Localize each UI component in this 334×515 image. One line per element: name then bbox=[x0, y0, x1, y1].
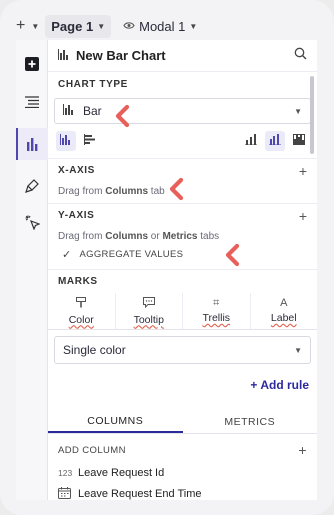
tab-color-label: Color bbox=[68, 313, 94, 326]
scrollbar-thumb[interactable] bbox=[310, 76, 314, 154]
list-item[interactable]: Leave Request End Time bbox=[48, 483, 317, 504]
chart-type-label: CHART TYPE bbox=[58, 78, 128, 90]
tab-trellis-label: Trellis bbox=[202, 312, 231, 324]
tab-columns[interactable]: COLUMNS bbox=[48, 410, 183, 433]
horizontal-bars-icon bbox=[84, 132, 96, 150]
list-item[interactable]: 123 Leave Request Id bbox=[48, 462, 317, 483]
tab-label-label: Label bbox=[270, 312, 297, 324]
marks-label: MARKS bbox=[58, 276, 98, 287]
horizontal-bars-option[interactable] bbox=[80, 131, 100, 151]
tab-modal-1[interactable]: Modal 1 ▼ bbox=[117, 15, 203, 38]
panel-scrollbar[interactable] bbox=[310, 72, 314, 500]
insert-button[interactable] bbox=[16, 48, 48, 80]
hint-text: or bbox=[148, 231, 163, 242]
brush-icon bbox=[25, 179, 39, 193]
tab-color[interactable]: Color bbox=[48, 293, 116, 329]
tab-trellis[interactable]: ⌗ Trellis bbox=[183, 293, 251, 329]
hint-text: Drag from bbox=[58, 186, 106, 197]
vertical-bars-icon bbox=[60, 132, 72, 150]
percent-bars-icon bbox=[293, 132, 305, 150]
calendar-icon bbox=[58, 486, 72, 501]
search-icon[interactable] bbox=[294, 47, 307, 65]
add-column-label: ADD COLUMN bbox=[58, 444, 126, 456]
grid-hash-icon: ⌗ bbox=[213, 297, 220, 309]
number-type-icon: 123 bbox=[58, 467, 73, 478]
hint-metrics: Metrics bbox=[162, 231, 198, 242]
chart-config-panel: New Bar Chart CHART TYPE Bar ▼ X-AXIS + … bbox=[48, 40, 317, 500]
interactions-button[interactable] bbox=[16, 206, 48, 238]
chart-config-button[interactable] bbox=[16, 128, 48, 160]
hint-columns: Columns bbox=[105, 231, 149, 242]
bar-chart-icon bbox=[26, 137, 40, 151]
app-frame: + ▼ Page 1 ▼ Modal 1 ▼ New Bar Chart CHA… bbox=[0, 0, 334, 515]
marks-section: MARKS bbox=[48, 269, 317, 293]
page-tab-strip: + ▼ Page 1 ▼ Modal 1 ▼ bbox=[16, 12, 203, 40]
add-rule-button[interactable]: + Add rule bbox=[48, 364, 317, 404]
marks-tabs: Color Tooltip ⌗ Trellis A Label bbox=[48, 293, 317, 330]
data-tabs: COLUMNS METRICS bbox=[48, 410, 317, 434]
color-mode-select[interactable]: Single color ▼ bbox=[54, 336, 311, 364]
y-axis-section: Y-AXIS + bbox=[48, 203, 317, 227]
hint-text: tabs bbox=[197, 231, 220, 242]
hint-columns: Columns bbox=[105, 186, 149, 197]
editor-shell: New Bar Chart CHART TYPE Bar ▼ X-AXIS + … bbox=[16, 40, 317, 500]
pointer-click-icon bbox=[25, 215, 40, 230]
field-name: Leave Request End Time bbox=[78, 487, 202, 500]
add-y-axis-button[interactable]: + bbox=[299, 208, 307, 224]
stacked-bars-option[interactable] bbox=[241, 131, 261, 151]
bar-chart-icon bbox=[58, 47, 70, 65]
letter-a-icon: A bbox=[280, 297, 288, 309]
tab-modal-1-label: Modal 1 bbox=[139, 18, 186, 34]
color-mode-value: Single color bbox=[63, 343, 126, 357]
tab-tooltip[interactable]: Tooltip bbox=[116, 293, 183, 329]
outline-button[interactable] bbox=[16, 86, 48, 118]
chevron-down-icon: ▼ bbox=[294, 345, 302, 355]
add-page-icon[interactable]: + bbox=[16, 17, 25, 35]
panel-header: New Bar Chart bbox=[48, 40, 317, 72]
hint-text: tab bbox=[148, 186, 165, 197]
add-column-button[interactable]: + bbox=[298, 442, 307, 458]
annotation-chevron-icon bbox=[168, 177, 184, 206]
tab-page-1-label: Page 1 bbox=[51, 18, 94, 34]
y-axis-label: Y-AXIS bbox=[58, 210, 95, 221]
tab-tooltip-label: Tooltip bbox=[133, 313, 164, 326]
chevron-down-icon: ▼ bbox=[189, 21, 198, 31]
tab-metrics[interactable]: METRICS bbox=[183, 410, 318, 433]
paint-roller-icon bbox=[76, 296, 87, 311]
add-column-row: ADD COLUMN + bbox=[48, 438, 317, 462]
y-axis-hint: Drag from Columns or Metrics tabs bbox=[48, 227, 317, 244]
chart-variant-row bbox=[48, 128, 317, 154]
eye-icon bbox=[123, 19, 135, 33]
vertical-bars-option[interactable] bbox=[56, 131, 76, 151]
aggregate-values-checkbox[interactable]: ✓ AGGREGATE VALUES bbox=[48, 244, 317, 269]
add-x-axis-button[interactable]: + bbox=[299, 163, 307, 179]
grouped-bars-option[interactable] bbox=[265, 131, 285, 151]
aggregate-values-label: AGGREGATE VALUES bbox=[79, 249, 184, 260]
chart-type-select[interactable]: Bar ▼ bbox=[54, 98, 311, 124]
bar-chart-icon bbox=[63, 104, 75, 118]
x-axis-label: X-AXIS bbox=[58, 165, 95, 176]
checkmark-icon: ✓ bbox=[62, 249, 72, 261]
annotation-chevron-icon bbox=[224, 243, 240, 272]
percent-bars-option[interactable] bbox=[289, 131, 309, 151]
hint-text: Drag from bbox=[58, 231, 106, 242]
tab-page-1[interactable]: Page 1 ▼ bbox=[45, 14, 112, 38]
annotation-chevron-icon bbox=[114, 104, 130, 133]
panel-title: New Bar Chart bbox=[76, 48, 166, 63]
grouped-bars-icon bbox=[269, 132, 281, 150]
chevron-down-icon: ▼ bbox=[97, 21, 106, 31]
speech-bubble-icon bbox=[142, 296, 155, 311]
left-rail bbox=[16, 40, 48, 500]
tab-label[interactable]: A Label bbox=[251, 293, 318, 329]
list-indent-icon bbox=[25, 96, 39, 108]
stacked-bars-icon bbox=[245, 132, 257, 150]
field-name: Leave Request Id bbox=[78, 466, 165, 479]
style-button[interactable] bbox=[16, 170, 48, 202]
plus-square-icon bbox=[25, 57, 39, 71]
chart-type-section: CHART TYPE bbox=[48, 72, 317, 96]
chevron-down-icon: ▼ bbox=[294, 106, 302, 116]
add-page-dropdown-icon[interactable]: ▼ bbox=[31, 22, 39, 31]
